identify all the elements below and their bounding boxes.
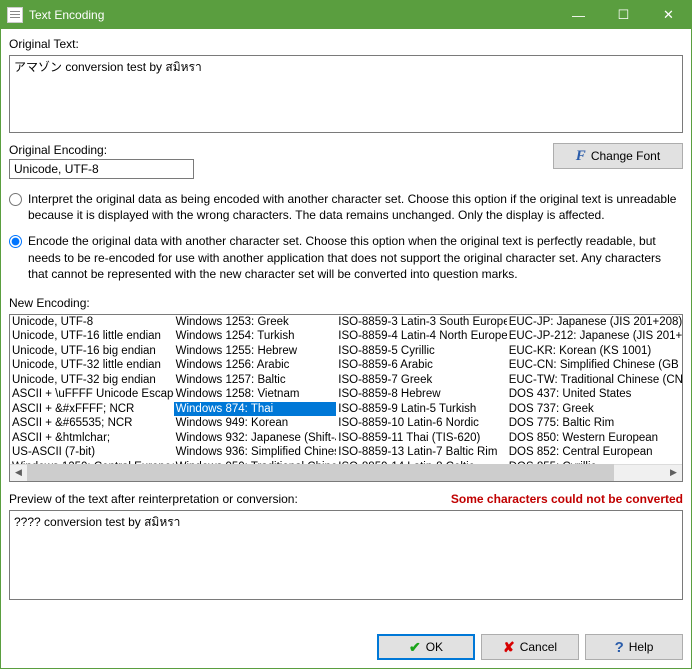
preview-text-output[interactable]: [9, 510, 683, 600]
option-encode[interactable]: Encode the original data with another ch…: [9, 233, 683, 282]
ok-button[interactable]: ✔ OK: [377, 634, 475, 660]
encoding-item[interactable]: EUC-TW: Traditional Chinese (CNS 11643): [507, 373, 682, 388]
option-encode-text: Encode the original data with another ch…: [28, 233, 683, 282]
encoding-item[interactable]: ISO-8859-11 Thai (TIS-620): [336, 431, 506, 446]
encoding-item[interactable]: DOS 737: Greek: [507, 402, 682, 417]
original-text-input[interactable]: [9, 55, 683, 133]
encoding-item[interactable]: DOS 852: Central European: [507, 445, 682, 460]
question-icon: ?: [615, 639, 624, 656]
encoding-item[interactable]: Unicode, UTF-8: [10, 315, 174, 330]
scroll-right-button[interactable]: ▶: [665, 464, 682, 481]
encoding-item[interactable]: ISO-8859-3 Latin-3 South European: [336, 315, 506, 330]
encoding-item[interactable]: ISO-8859-4 Latin-4 North European: [336, 329, 506, 344]
encoding-item[interactable]: ASCII + &#65535; NCR: [10, 416, 174, 431]
dialog-footer: ✔ OK ✘ Cancel ? Help: [1, 626, 691, 668]
new-encoding-label: New Encoding:: [9, 296, 683, 310]
original-encoding-input[interactable]: [9, 159, 194, 179]
preview-label: Preview of the text after reinterpretati…: [9, 492, 298, 506]
encoding-item[interactable]: US-ASCII (7-bit): [10, 445, 174, 460]
horizontal-scrollbar[interactable]: ◀ ▶: [10, 464, 682, 481]
x-icon: ✘: [503, 639, 515, 656]
window-title: Text Encoding: [29, 8, 556, 22]
encoding-item[interactable]: EUC-JP-212: Japanese (JIS 201+208+212): [507, 329, 682, 344]
check-icon: ✔: [409, 639, 421, 656]
maximize-button[interactable]: ☐: [601, 1, 646, 29]
encoding-item[interactable]: EUC-JP: Japanese (JIS 201+208): [507, 315, 682, 330]
original-encoding-label: Original Encoding:: [9, 143, 194, 157]
encoding-item[interactable]: ISO-8859-7 Greek: [336, 373, 506, 388]
help-button[interactable]: ? Help: [585, 634, 683, 660]
encoding-list[interactable]: Unicode, UTF-8Unicode, UTF-16 little end…: [9, 314, 683, 482]
app-icon: [7, 7, 23, 23]
titlebar[interactable]: Text Encoding — ☐ ✕: [1, 1, 691, 29]
encoding-item[interactable]: Windows 932: Japanese (Shift-JIS): [174, 431, 337, 446]
encoding-item[interactable]: EUC-KR: Korean (KS 1001): [507, 344, 682, 359]
encoding-item[interactable]: ISO-8859-5 Cyrillic: [336, 344, 506, 359]
encoding-item[interactable]: Windows 949: Korean: [174, 416, 337, 431]
scrollbar-thumb[interactable]: [27, 464, 614, 481]
encoding-item[interactable]: Unicode, UTF-32 little endian: [10, 358, 174, 373]
ok-label: OK: [426, 640, 443, 654]
encoding-item[interactable]: Windows 1258: Vietnam: [174, 387, 337, 402]
encoding-item[interactable]: Windows 1255: Hebrew: [174, 344, 337, 359]
encoding-item[interactable]: DOS 437: United States: [507, 387, 682, 402]
help-label: Help: [629, 640, 654, 654]
text-encoding-dialog: Text Encoding — ☐ ✕ Original Text: Origi…: [0, 0, 692, 669]
close-button[interactable]: ✕: [646, 1, 691, 29]
encoding-item[interactable]: Unicode, UTF-16 big endian: [10, 344, 174, 359]
option-encode-radio[interactable]: [9, 235, 22, 248]
encoding-item[interactable]: Windows 936: Simplified Chinese (GBK): [174, 445, 337, 460]
encoding-item[interactable]: ISO-8859-6 Arabic: [336, 358, 506, 373]
encoding-item[interactable]: ISO-8859-13 Latin-7 Baltic Rim: [336, 445, 506, 460]
font-icon: F: [576, 148, 586, 165]
encoding-item[interactable]: ASCII + \uFFFF Unicode Escapes: [10, 387, 174, 402]
option-interpret-radio[interactable]: [9, 193, 22, 206]
option-interpret-text: Interpret the original data as being enc…: [28, 191, 683, 223]
cancel-button[interactable]: ✘ Cancel: [481, 634, 579, 660]
encoding-item[interactable]: ASCII + &#xFFFF; NCR: [10, 402, 174, 417]
encoding-item[interactable]: Unicode, UTF-32 big endian: [10, 373, 174, 388]
encoding-item[interactable]: ISO-8859-9 Latin-5 Turkish: [336, 402, 506, 417]
encoding-item[interactable]: Windows 1253: Greek: [174, 315, 337, 330]
encoding-item[interactable]: EUC-CN: Simplified Chinese (GB 2312): [507, 358, 682, 373]
encoding-item[interactable]: DOS 775: Baltic Rim: [507, 416, 682, 431]
change-font-button[interactable]: F Change Font: [553, 143, 683, 169]
encoding-item[interactable]: Unicode, UTF-16 little endian: [10, 329, 174, 344]
scrollbar-track[interactable]: [27, 464, 665, 481]
preview-error: Some characters could not be converted: [451, 492, 683, 506]
encoding-item[interactable]: Windows 1254: Turkish: [174, 329, 337, 344]
change-font-label: Change Font: [591, 149, 660, 163]
minimize-button[interactable]: —: [556, 1, 601, 29]
encoding-item[interactable]: DOS 850: Western European: [507, 431, 682, 446]
encoding-item[interactable]: ASCII + &htmlchar;: [10, 431, 174, 446]
encoding-item[interactable]: Windows 874: Thai: [174, 402, 337, 417]
cancel-label: Cancel: [520, 640, 557, 654]
option-interpret[interactable]: Interpret the original data as being enc…: [9, 191, 683, 223]
encoding-item[interactable]: ISO-8859-8 Hebrew: [336, 387, 506, 402]
original-text-label: Original Text:: [9, 37, 683, 51]
encoding-item[interactable]: Windows 1256: Arabic: [174, 358, 337, 373]
encoding-item[interactable]: ISO-8859-10 Latin-6 Nordic: [336, 416, 506, 431]
scroll-left-button[interactable]: ◀: [10, 464, 27, 481]
encoding-item[interactable]: Windows 1257: Baltic: [174, 373, 337, 388]
